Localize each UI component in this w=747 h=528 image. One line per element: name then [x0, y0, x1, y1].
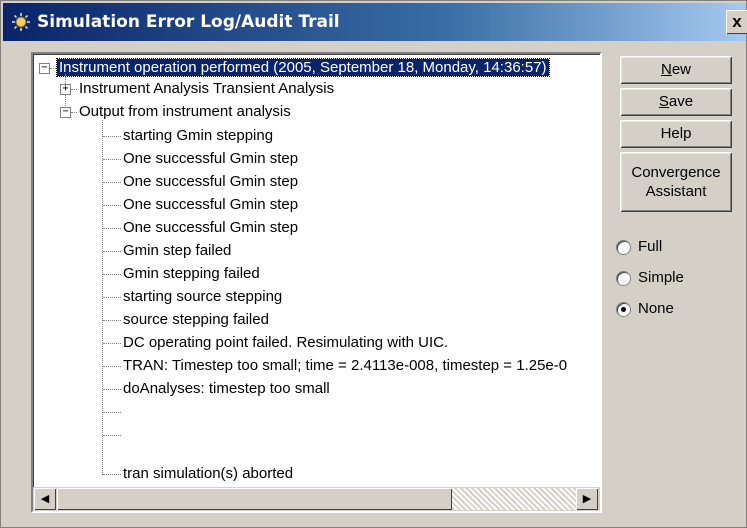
tree-leaf[interactable]: TRAN: Timestep too small; time = 2.4113e… — [123, 356, 567, 376]
scroll-thumb[interactable] — [57, 488, 452, 510]
convergence-label-line2: Assistant — [645, 183, 707, 200]
tree-connector — [103, 274, 121, 275]
tree-leaf[interactable]: Gmin stepping failed — [123, 264, 260, 284]
tree-connector — [71, 89, 77, 90]
tree-leaf[interactable]: starting source stepping — [123, 287, 282, 307]
scroll-left-icon[interactable]: ◀ — [34, 488, 56, 510]
radio-simple-icon[interactable] — [616, 271, 631, 286]
tree-connector — [103, 136, 121, 137]
horizontal-scrollbar[interactable]: ◀ ▶ — [33, 487, 600, 511]
tree-leaf[interactable]: tran simulation(s) aborted — [123, 464, 293, 484]
tree-connector — [103, 228, 121, 229]
tree-leaf[interactable]: One successful Gmin step — [123, 172, 298, 192]
tree-connector — [103, 389, 121, 390]
tree-connector — [103, 366, 121, 367]
help-button[interactable]: Help — [620, 120, 732, 148]
tree-connector — [103, 205, 121, 206]
tree-leaf[interactable]: One successful Gmin step — [123, 218, 298, 238]
radio-none-label: None — [638, 300, 674, 317]
tree-connector — [103, 182, 121, 183]
tree-connector — [71, 112, 77, 113]
error-log-window: Simulation Error Log/Audit Trail x − Ins… — [0, 0, 747, 528]
tree-leaf[interactable]: source stepping failed — [123, 310, 269, 330]
convergence-assistant-button[interactable]: Convergence Assistant — [620, 152, 732, 212]
radio-simple-label: Simple — [638, 269, 684, 286]
tree-leaf[interactable]: DC operating point failed. Resimulating … — [123, 333, 448, 353]
tree-connector — [103, 159, 121, 160]
expand-transient-analysis-icon[interactable]: + — [60, 84, 71, 95]
close-button[interactable]: x — [726, 10, 747, 34]
tree-connector — [103, 474, 121, 475]
save-button[interactable]: Save — [620, 88, 732, 116]
tree-connector — [103, 343, 121, 344]
tree-connector — [103, 297, 121, 298]
tree-connector — [103, 320, 121, 321]
log-tree[interactable]: − Instrument operation performed (2005, … — [33, 54, 600, 485]
tree-connector — [50, 68, 56, 69]
scroll-track[interactable] — [57, 488, 576, 510]
convergence-label-line1: Convergence — [631, 164, 721, 181]
collapse-root-icon[interactable]: − — [39, 63, 50, 74]
tree-node-transient-analysis[interactable]: Instrument Analysis Transient Analysis — [79, 79, 334, 99]
radio-full-label: Full — [638, 238, 663, 255]
tree-leaf[interactable]: doAnalyses: timestep too small — [123, 379, 330, 399]
title-bar[interactable]: Simulation Error Log/Audit Trail x — [3, 3, 747, 41]
radio-selected-dot — [621, 307, 626, 312]
radio-full-icon[interactable] — [616, 240, 631, 255]
tree-leaf[interactable]: starting Gmin stepping — [123, 126, 273, 146]
tree-leaf[interactable]: One successful Gmin step — [123, 195, 298, 215]
tree-connector — [103, 412, 121, 413]
radio-none-icon[interactable] — [616, 302, 631, 317]
collapse-output-icon[interactable]: − — [60, 107, 71, 118]
new-button[interactable]: New — [620, 56, 732, 84]
tree-connector — [103, 251, 121, 252]
simulation-app-icon — [12, 13, 30, 31]
tree-node-output[interactable]: Output from instrument analysis — [79, 102, 291, 122]
tree-connector — [103, 435, 121, 436]
tree-root-label: Instrument operation performed (2005, Se… — [56, 58, 550, 77]
tree-leaf[interactable]: Gmin step failed — [123, 241, 231, 261]
tree-root-node[interactable]: Instrument operation performed (2005, Se… — [56, 58, 550, 78]
log-tree-panel[interactable]: − Instrument operation performed (2005, … — [31, 52, 602, 513]
tree-leaf[interactable]: One successful Gmin step — [123, 149, 298, 169]
window-title: Simulation Error Log/Audit Trail — [37, 12, 340, 32]
scroll-right-icon[interactable]: ▶ — [576, 488, 598, 510]
